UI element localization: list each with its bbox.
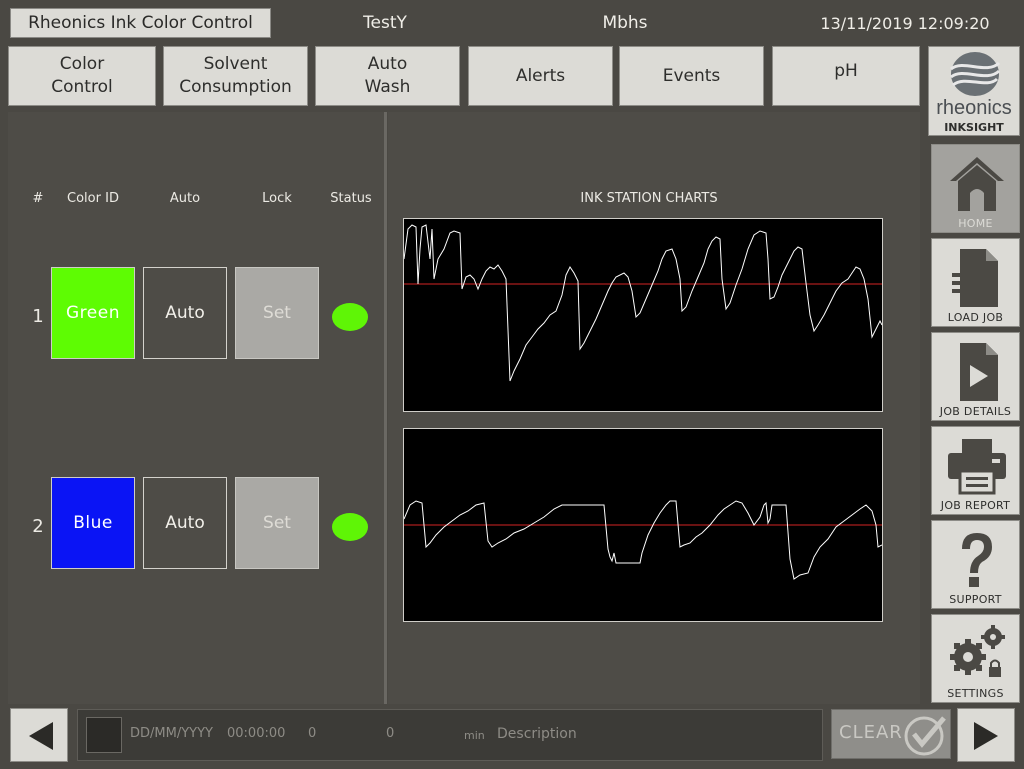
tab-solvent-consumption[interactable]: Solvent Consumption	[163, 46, 308, 106]
sidebar-item-label: LOAD JOB	[947, 311, 1004, 324]
row-number: 1	[32, 306, 44, 327]
event-description: Description	[497, 726, 577, 742]
ink-station-chart-2	[403, 428, 883, 622]
tab-auto-wash[interactable]: Auto Wash	[315, 46, 460, 106]
date-time: 13/11/2019 12:09:20	[820, 13, 990, 33]
user-name: Mbhs	[602, 13, 648, 33]
auto-button[interactable]: Auto	[143, 267, 227, 359]
status-indicator	[332, 303, 368, 331]
color-id-button-blue[interactable]: Blue	[51, 477, 135, 569]
tab-label: Solvent	[203, 54, 268, 74]
rheonics-logo: rheonics INKSIGHT	[928, 46, 1020, 136]
sidebar-item-label: JOB REPORT	[940, 499, 1011, 512]
logo-text: rheonics	[936, 97, 1012, 119]
sidebar-item-label: HOME	[958, 217, 993, 230]
check-circle-icon	[904, 716, 946, 756]
rheonics-logo-icon	[950, 52, 1001, 96]
charts-title: INK STATION CHARTS	[580, 190, 718, 206]
tab-label: Color	[59, 54, 105, 74]
status-indicator	[332, 513, 368, 541]
sidebar-item-home[interactable]: HOME	[931, 144, 1020, 233]
sidebar-item-label: SETTINGS	[947, 687, 1004, 700]
event-unit: min	[464, 729, 485, 742]
sidebar-item-label: SUPPORT	[949, 593, 1002, 606]
series-line	[403, 224, 883, 382]
app-title: Rheonics Ink Color Control	[10, 8, 271, 38]
chart-1-plot	[403, 224, 883, 382]
series-line	[403, 500, 883, 580]
tab-label: Wash	[364, 77, 411, 97]
document-icon	[952, 249, 998, 307]
home-icon	[950, 157, 1004, 211]
row-number: 2	[32, 516, 44, 537]
event-date: DD/MM/YYYY	[130, 726, 213, 741]
tab-label: Alerts	[515, 65, 566, 86]
play-document-icon	[960, 343, 998, 401]
tab-label: Consumption	[179, 77, 292, 97]
auto-button[interactable]: Auto	[143, 477, 227, 569]
column-header-lock: Lock	[262, 190, 292, 206]
panel-divider	[384, 112, 387, 704]
question-icon	[962, 533, 992, 587]
sidebar-item-support[interactable]: SUPPORT	[931, 520, 1020, 609]
column-header-status: Status	[330, 190, 372, 206]
sidebar-item-load-job[interactable]: LOAD JOB	[931, 238, 1020, 327]
sidebar-item-settings[interactable]: SETTINGS	[931, 614, 1020, 703]
printer-icon	[948, 439, 1006, 495]
event-value-2: 0	[386, 726, 395, 741]
sidebar-item-job-report[interactable]: JOB REPORT	[931, 426, 1020, 515]
lock-set-button[interactable]: Set	[235, 477, 319, 569]
color-id-button-green[interactable]: Green	[51, 267, 135, 359]
column-header-color-id: Color ID	[67, 190, 119, 206]
clear-label: CLEAR	[839, 722, 903, 743]
sidebar-item-job-details[interactable]: JOB DETAILS	[931, 332, 1020, 421]
tab-label: Control	[51, 77, 113, 97]
arrow-left-icon	[29, 722, 53, 750]
arrow-right-icon	[974, 722, 998, 750]
tab-label: pH	[834, 61, 858, 81]
tab-alerts[interactable]: Alerts	[468, 46, 613, 106]
next-button[interactable]	[957, 708, 1015, 762]
lock-set-button[interactable]: Set	[235, 267, 319, 359]
tab-ph[interactable]: pH	[772, 46, 920, 106]
job-name: TestY	[363, 13, 407, 33]
event-value-1: 0	[308, 726, 317, 741]
event-time: 00:00:00	[227, 726, 286, 741]
tab-events[interactable]: Events	[619, 46, 764, 106]
column-header-number: #	[32, 190, 44, 206]
gears-lock-icon	[950, 625, 1005, 677]
tab-label: Auto	[367, 54, 408, 74]
tab-color-control[interactable]: Color Control	[8, 46, 156, 106]
previous-button[interactable]	[10, 708, 68, 762]
chart-2-plot	[403, 500, 883, 580]
sidebar-item-label: JOB DETAILS	[939, 405, 1012, 418]
tab-label: Events	[662, 65, 721, 86]
event-checkbox[interactable]	[86, 717, 122, 753]
ink-station-chart-1	[403, 218, 883, 412]
column-header-auto: Auto	[169, 190, 201, 206]
logo-subtext: INKSIGHT	[944, 121, 1004, 134]
